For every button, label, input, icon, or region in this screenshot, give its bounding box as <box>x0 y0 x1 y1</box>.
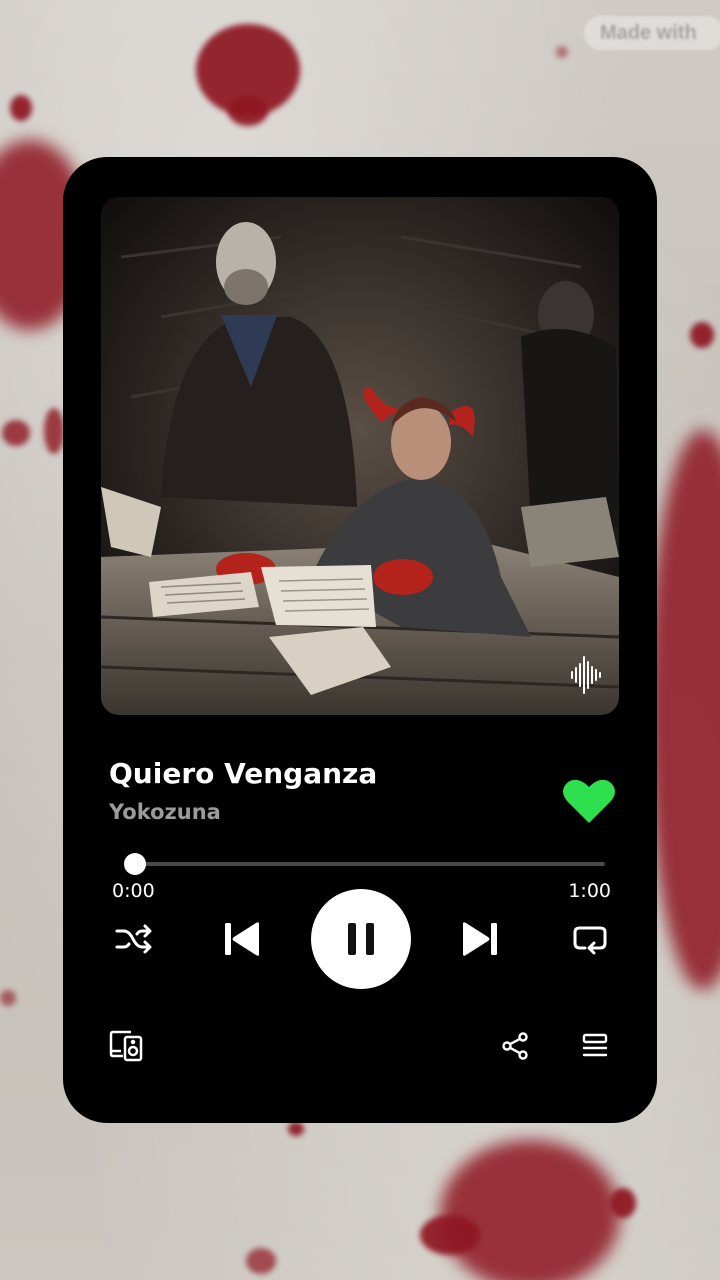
play-pause-button[interactable] <box>311 889 411 989</box>
blood-splat <box>440 1140 620 1280</box>
music-player-card: Quiero Venganza Yokozuna 0:00 1:00 <box>63 157 657 1123</box>
repeat-icon <box>573 926 607 955</box>
blood-splat <box>10 95 32 121</box>
progress-bar[interactable] <box>123 853 605 875</box>
devices-button[interactable] <box>107 1027 147 1065</box>
blood-splat <box>610 1188 636 1218</box>
blood-splat <box>288 1122 304 1136</box>
connect-devices-icon <box>109 1030 143 1062</box>
watermark-badge: Made with <box>584 16 720 50</box>
previous-button[interactable] <box>219 915 265 963</box>
blood-splat <box>690 322 714 348</box>
shuffle-icon <box>115 924 152 954</box>
share-icon <box>502 1032 528 1060</box>
elapsed-time: 0:00 <box>112 880 155 902</box>
total-duration: 1:00 <box>568 880 611 902</box>
pause-icon <box>348 923 374 955</box>
waveform-icon <box>569 653 603 697</box>
track-artist[interactable]: Yokozuna <box>109 800 221 824</box>
blood-splat <box>246 1248 276 1274</box>
queue-button[interactable] <box>577 1029 613 1063</box>
next-button[interactable] <box>457 915 503 963</box>
track-title: Quiero Venganza <box>109 757 378 790</box>
blood-splat <box>2 420 30 446</box>
heart-icon <box>563 779 615 823</box>
blood-splat <box>420 1215 480 1255</box>
repeat-button[interactable] <box>567 919 613 959</box>
share-button[interactable] <box>497 1029 533 1063</box>
progress-knob[interactable] <box>123 853 146 875</box>
blood-splat <box>556 46 568 58</box>
queue-icon <box>582 1033 608 1057</box>
album-cover-art <box>101 197 619 715</box>
blood-splat <box>44 408 64 454</box>
blood-splat <box>648 430 720 990</box>
like-button[interactable] <box>563 777 615 825</box>
skip-previous-icon <box>225 922 259 956</box>
shuffle-button[interactable] <box>111 919 157 959</box>
skip-next-icon <box>463 922 497 956</box>
blood-splat <box>228 96 268 126</box>
blood-splat <box>0 990 16 1006</box>
